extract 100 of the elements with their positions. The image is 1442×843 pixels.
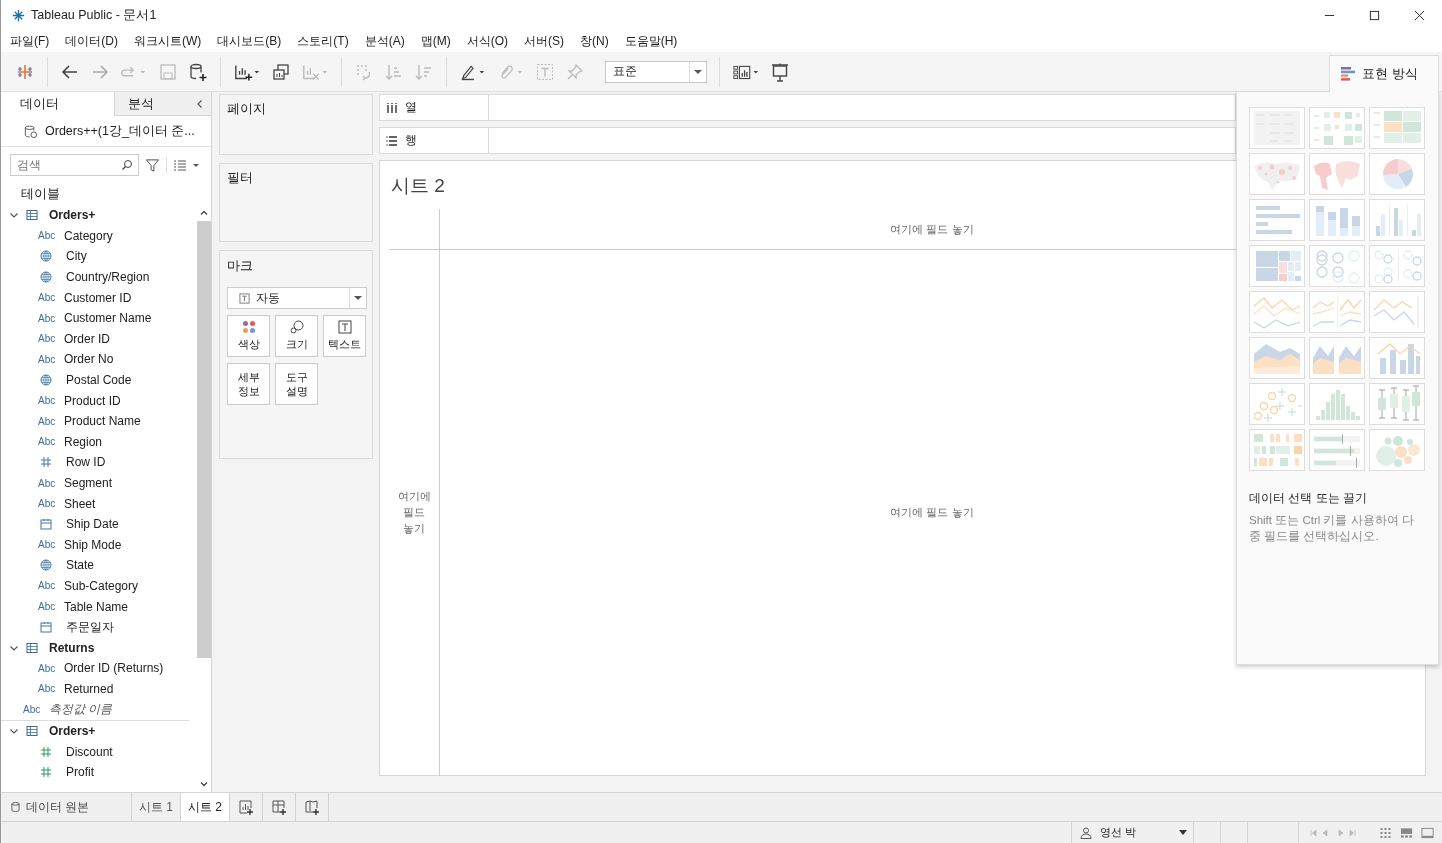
dual-line-chart-icon[interactable] — [1309, 291, 1365, 333]
mark-property-button[interactable]: 색상 — [227, 315, 270, 357]
pie-chart-icon[interactable] — [1369, 153, 1425, 195]
sheet-navigation-icon[interactable] — [1309, 827, 1357, 838]
field-name[interactable]: Customer Name — [64, 311, 152, 326]
sheet-tab[interactable]: 시트 2 — [181, 793, 231, 821]
filter-icon[interactable] — [145, 157, 160, 173]
fit-dropdown[interactable]: 표준 — [605, 60, 707, 83]
string-type-icon: Abc — [38, 580, 64, 592]
text-box-icon[interactable] — [535, 61, 555, 82]
pane-tab[interactable]: 분석 — [114, 92, 211, 116]
table-name[interactable]: Orders+ — [49, 208, 96, 223]
horizontal-bar-chart-icon[interactable] — [1249, 199, 1305, 241]
menu-item[interactable]: 서버(S) — [524, 32, 564, 50]
field-name[interactable]: State — [66, 558, 95, 573]
show-me-tab[interactable]: 표현 방식 — [1329, 55, 1439, 92]
new-worksheet-icon[interactable] — [238, 799, 255, 815]
mark-property-button[interactable]: 텍스트 — [323, 315, 366, 357]
menu-item[interactable]: 창(N) — [580, 32, 609, 50]
menu-item[interactable]: 스토리(T) — [297, 32, 349, 50]
field-name[interactable]: Country/Region — [66, 270, 150, 285]
field-name[interactable]: 측정값 이름 — [49, 701, 113, 719]
circle-view-icon[interactable] — [1309, 245, 1365, 287]
menu-item[interactable]: 서식(O) — [466, 32, 508, 50]
field-name[interactable]: Ship Mode — [64, 537, 122, 552]
columns-shelf[interactable]: 열 — [379, 94, 1236, 121]
world-map-icon[interactable] — [1309, 153, 1365, 195]
field-name[interactable]: Table Name — [64, 599, 129, 614]
menu-item[interactable]: 워크시트(W) — [134, 32, 202, 50]
scatter-plot-icon[interactable] — [1249, 383, 1305, 425]
collapse-icon[interactable] — [195, 99, 205, 109]
menu-item[interactable]: 도움말(H) — [624, 32, 678, 50]
table-name[interactable]: Orders+ — [49, 724, 96, 739]
bar-and-line-chart-icon[interactable] — [1369, 337, 1425, 379]
bullet-graph-icon[interactable] — [1309, 429, 1365, 471]
data-source-icon — [23, 123, 38, 139]
filmstrip-view-icon[interactable] — [1400, 826, 1413, 839]
heat-map-icon[interactable] — [1309, 107, 1365, 149]
field-name[interactable]: 주문일자 — [66, 618, 114, 636]
field-name[interactable]: Order ID — [64, 331, 110, 346]
mark-property-button[interactable]: 세부 정보 — [227, 363, 270, 405]
histogram-icon[interactable] — [1309, 383, 1365, 425]
duplicate-sheet-icon[interactable] — [271, 61, 291, 82]
list-view-dropdown-icon[interactable] — [173, 159, 201, 171]
field-name[interactable]: City — [66, 249, 87, 264]
field-name[interactable]: Sub-Category — [64, 579, 139, 593]
field-name[interactable]: Segment — [64, 476, 113, 490]
menu-item[interactable]: 대시보드(B) — [217, 32, 282, 50]
field-name[interactable]: Customer ID — [64, 290, 132, 305]
new-dashboard-icon[interactable] — [271, 799, 288, 815]
tab-view-icon[interactable] — [1421, 826, 1434, 839]
stacked-bar-chart-icon[interactable] — [1309, 199, 1365, 241]
globe-icon — [40, 374, 52, 387]
menu-item[interactable]: 맵(M) — [420, 32, 451, 50]
field-name[interactable]: Category — [64, 228, 113, 243]
user-menu[interactable]: 영선 박 — [1071, 822, 1194, 843]
grid-view-icon[interactable] — [1379, 826, 1392, 839]
field-name[interactable]: Returned — [64, 681, 114, 696]
field-name[interactable]: Sheet — [64, 496, 96, 511]
string-type-icon: Abc — [38, 415, 64, 427]
field-name[interactable]: Profit — [66, 765, 94, 780]
scrollbar-thumb[interactable] — [196, 221, 211, 658]
treemap-icon[interactable] — [1249, 245, 1305, 287]
area-chart-icon[interactable] — [1249, 337, 1305, 379]
menu-item[interactable]: 파일(F) — [10, 32, 50, 50]
packed-bubbles-icon[interactable] — [1369, 429, 1425, 471]
symbol-map-icon[interactable] — [1249, 153, 1305, 195]
mark-type-dropdown[interactable]: 자동 — [227, 287, 367, 309]
text-table-icon[interactable] — [1249, 107, 1305, 149]
box-plot-icon[interactable] — [1369, 383, 1425, 425]
menu-item[interactable]: 데이터(D) — [65, 32, 118, 50]
field-name[interactable]: Discount — [66, 744, 113, 759]
field-name[interactable]: Row ID — [66, 455, 106, 470]
field-name[interactable]: Region — [64, 434, 103, 449]
mark-property-button[interactable]: 도구 설명 — [275, 363, 318, 405]
gantt-chart-icon[interactable] — [1249, 429, 1305, 471]
new-story-icon[interactable] — [304, 799, 321, 815]
table-name[interactable]: Returns — [49, 640, 95, 655]
field-name[interactable]: Postal Code — [66, 373, 132, 388]
presentation-icon[interactable] — [770, 61, 790, 82]
dual-axis-line-chart-icon[interactable] — [1369, 291, 1425, 333]
pin-icon[interactable] — [565, 61, 585, 82]
field-name[interactable]: Order ID (Returns) — [64, 661, 164, 676]
search-field[interactable]: 검색 — [10, 154, 139, 176]
menu-item[interactable]: 분석(A) — [364, 32, 405, 50]
mark-property-button[interactable]: 크기 — [275, 315, 318, 357]
field-name[interactable]: Product ID — [64, 393, 121, 408]
side-by-side-bar-chart-icon[interactable] — [1369, 199, 1425, 241]
new-data-source-icon[interactable] — [188, 61, 208, 82]
dual-area-chart-icon[interactable] — [1309, 337, 1365, 379]
field-name[interactable]: Product Name — [64, 414, 141, 429]
rows-shelf[interactable]: 행 — [379, 127, 1236, 154]
drop-zone-hint: 여기에 필드 놓기 — [396, 489, 432, 536]
field-name[interactable]: Order No — [64, 352, 114, 367]
data-source-name[interactable]: Orders++(1강_데이터 준... — [45, 122, 195, 140]
highlight-table-icon[interactable] — [1369, 107, 1425, 149]
line-chart-icon[interactable] — [1249, 291, 1305, 333]
save-icon[interactable] — [158, 61, 178, 82]
pane-tab[interactable]: 데이터 — [1, 92, 114, 116]
field-name[interactable]: Ship Date — [66, 517, 119, 532]
